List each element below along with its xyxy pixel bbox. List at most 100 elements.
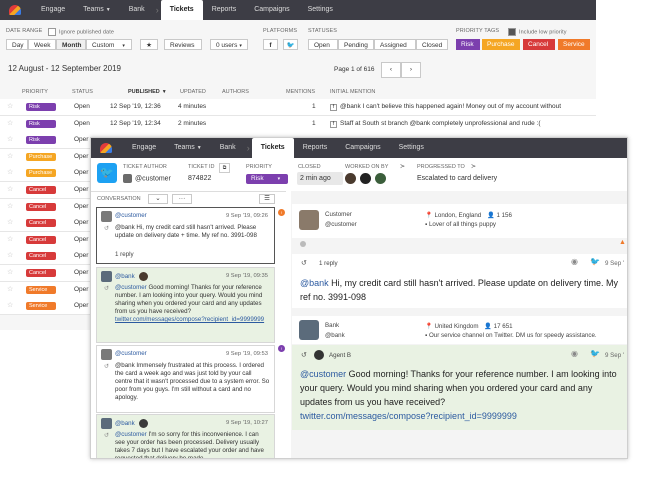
col-initial-mention[interactable]: Initial mention (330, 89, 375, 95)
users-dropdown[interactable]: 0 users ▾ (210, 39, 248, 50)
priority-badge[interactable]: Risk (26, 136, 56, 145)
star-icon[interactable]: ☆ (7, 102, 13, 110)
priority-badge[interactable]: Cancel (26, 269, 56, 277)
col-status[interactable]: Status (72, 89, 93, 95)
star-filter-button[interactable]: ★ (140, 39, 158, 50)
nav-teams[interactable]: Teams ▼ (74, 0, 120, 20)
mention[interactable]: @customer (300, 369, 346, 379)
customer-handle[interactable]: @customer (325, 221, 357, 228)
week-button[interactable]: Week (28, 39, 56, 50)
star-icon[interactable]: ☆ (7, 185, 13, 193)
custom-dropdown[interactable]: Custom ▾ (86, 39, 132, 50)
priority-dropdown[interactable]: Risk ▾ (246, 174, 288, 184)
table-row[interactable]: ☆ Risk Open 12 Sep '19, 12:34 2 minutes 1 f Sta… (0, 115, 596, 133)
status-pending-button[interactable]: Pending (338, 39, 374, 50)
col-updated[interactable]: Updated (180, 89, 206, 95)
col-authors[interactable]: Authors (222, 89, 249, 95)
status-assigned-button[interactable]: Assigned (374, 39, 416, 50)
customer-name[interactable]: Customer (325, 211, 352, 218)
twitter-icon[interactable]: 🐦 (590, 349, 600, 358)
priority-badge[interactable]: Cancel (26, 252, 56, 261)
eye-icon[interactable]: ◉ (571, 349, 578, 358)
day-button[interactable]: Day (6, 39, 28, 50)
priority-badge[interactable]: Purchase (26, 169, 56, 178)
brand-logo-icon[interactable] (8, 3, 22, 17)
nav-engage[interactable]: Engage (32, 0, 74, 20)
col-published[interactable]: Published ▼ (128, 89, 167, 95)
nav-campaigns[interactable]: Campaigns (336, 138, 389, 158)
status-open-button[interactable]: Open (308, 39, 338, 50)
progress-filter-icon[interactable]: ≻ (471, 163, 476, 170)
col-mentions[interactable]: Mentions (286, 89, 315, 95)
prev-page-button[interactable]: ‹ (381, 62, 401, 78)
tag-risk[interactable]: Risk (456, 39, 480, 50)
tag-purchase[interactable]: Purchase (482, 39, 520, 50)
star-icon[interactable]: ☆ (7, 135, 13, 143)
nav-engage[interactable]: Engage (123, 138, 165, 158)
bank-handle[interactable]: @bank (325, 332, 345, 339)
star-icon[interactable]: ☆ (7, 285, 13, 293)
bank-avatar[interactable] (299, 320, 319, 340)
more-options-button[interactable]: ··· (172, 194, 192, 204)
col-priority[interactable]: Priority (22, 89, 48, 95)
star-icon[interactable]: ☆ (7, 152, 13, 160)
status-closed-button[interactable]: Closed (416, 39, 448, 50)
customer-avatar[interactable] (299, 210, 319, 230)
priority-badge[interactable]: Service (26, 285, 56, 294)
nav-tickets[interactable]: Tickets (251, 138, 294, 158)
conversation-expand-button[interactable]: ⌄ (148, 194, 168, 204)
star-icon[interactable]: ☆ (7, 202, 13, 210)
priority-badge[interactable]: Cancel (26, 202, 56, 211)
mention[interactable]: @customer (115, 431, 147, 438)
twitter-filter[interactable]: 🐦 (283, 39, 298, 50)
facebook-filter[interactable]: f (263, 39, 278, 50)
priority-badge[interactable]: Risk (26, 103, 56, 111)
message-link[interactable]: twitter.com/messages/compose?recipient_i… (115, 316, 264, 323)
agents-filter-icon[interactable]: ≻ (400, 163, 405, 170)
bank-name[interactable]: Bank (325, 322, 339, 329)
conversation-message-4[interactable]: @bank 9 Sep '19, 10:27 ↺ @customer I'm s… (96, 414, 275, 458)
nav-bank[interactable]: Bank (211, 138, 245, 158)
reviews-button[interactable]: Reviews (164, 39, 202, 50)
ticket-author[interactable]: @customer (123, 174, 171, 183)
nav-campaigns[interactable]: Campaigns (245, 0, 298, 20)
conversation-message-1[interactable]: @customer 9 Sep '19, 09:26 ↺ @bank Hi, m… (96, 207, 275, 264)
nav-reports[interactable]: Reports (294, 138, 337, 158)
ignore-published-checkbox[interactable]: Ignore published date (48, 28, 114, 36)
nav-reports[interactable]: Reports (203, 0, 246, 20)
nav-tickets[interactable]: Tickets (160, 0, 203, 20)
month-button[interactable]: Month (56, 39, 86, 50)
nav-teams[interactable]: Teams ▼ (165, 138, 211, 158)
reply-count[interactable]: 1 reply (115, 251, 134, 259)
star-icon[interactable]: ☆ (7, 251, 13, 259)
conversation-message-3[interactable]: @customer 9 Sep '19, 09:53 ↺ @bank Immen… (96, 345, 275, 413)
nav-bank[interactable]: Bank (120, 0, 154, 20)
priority-badge[interactable]: Cancel (26, 186, 56, 194)
tag-cancel[interactable]: Cancel (523, 39, 555, 50)
next-page-button[interactable]: › (401, 62, 421, 78)
star-icon[interactable]: ☆ (7, 168, 13, 176)
nav-settings[interactable]: Settings (390, 138, 433, 158)
conversation-message-2[interactable]: @bank 9 Sep '19, 09:35 ↺ @customer Good … (96, 267, 275, 343)
star-icon[interactable]: ☆ (7, 119, 13, 127)
star-icon[interactable]: ☆ (7, 218, 13, 226)
star-icon[interactable]: ☆ (7, 235, 13, 243)
priority-badge[interactable]: Cancel (26, 219, 56, 228)
table-row[interactable]: ☆ Risk Open 12 Sep '19, 12:36 4 minutes 1 f @ba… (0, 99, 596, 116)
priority-badge[interactable]: Cancel (26, 235, 56, 244)
star-icon[interactable]: ☆ (7, 301, 13, 309)
mention[interactable]: @bank (300, 278, 329, 288)
copy-icon[interactable]: ⧉ (219, 163, 230, 173)
customer-reply-count[interactable]: 1 reply (319, 260, 338, 267)
star-icon[interactable]: ☆ (7, 268, 13, 276)
brand-logo-icon[interactable] (99, 141, 113, 155)
eye-icon[interactable]: ◉ (571, 257, 578, 266)
include-low-priority-checkbox[interactable]: Include low priority (508, 28, 567, 36)
tag-service[interactable]: Service (558, 39, 590, 50)
twitter-icon[interactable]: 🐦 (590, 257, 600, 266)
menu-button[interactable]: ☰ (259, 194, 275, 204)
message-link[interactable]: twitter.com/messages/compose?recipient_i… (300, 411, 517, 421)
priority-badge[interactable]: Risk (26, 119, 56, 128)
priority-badge[interactable]: Service (26, 302, 56, 311)
mention[interactable]: @customer (115, 284, 147, 291)
